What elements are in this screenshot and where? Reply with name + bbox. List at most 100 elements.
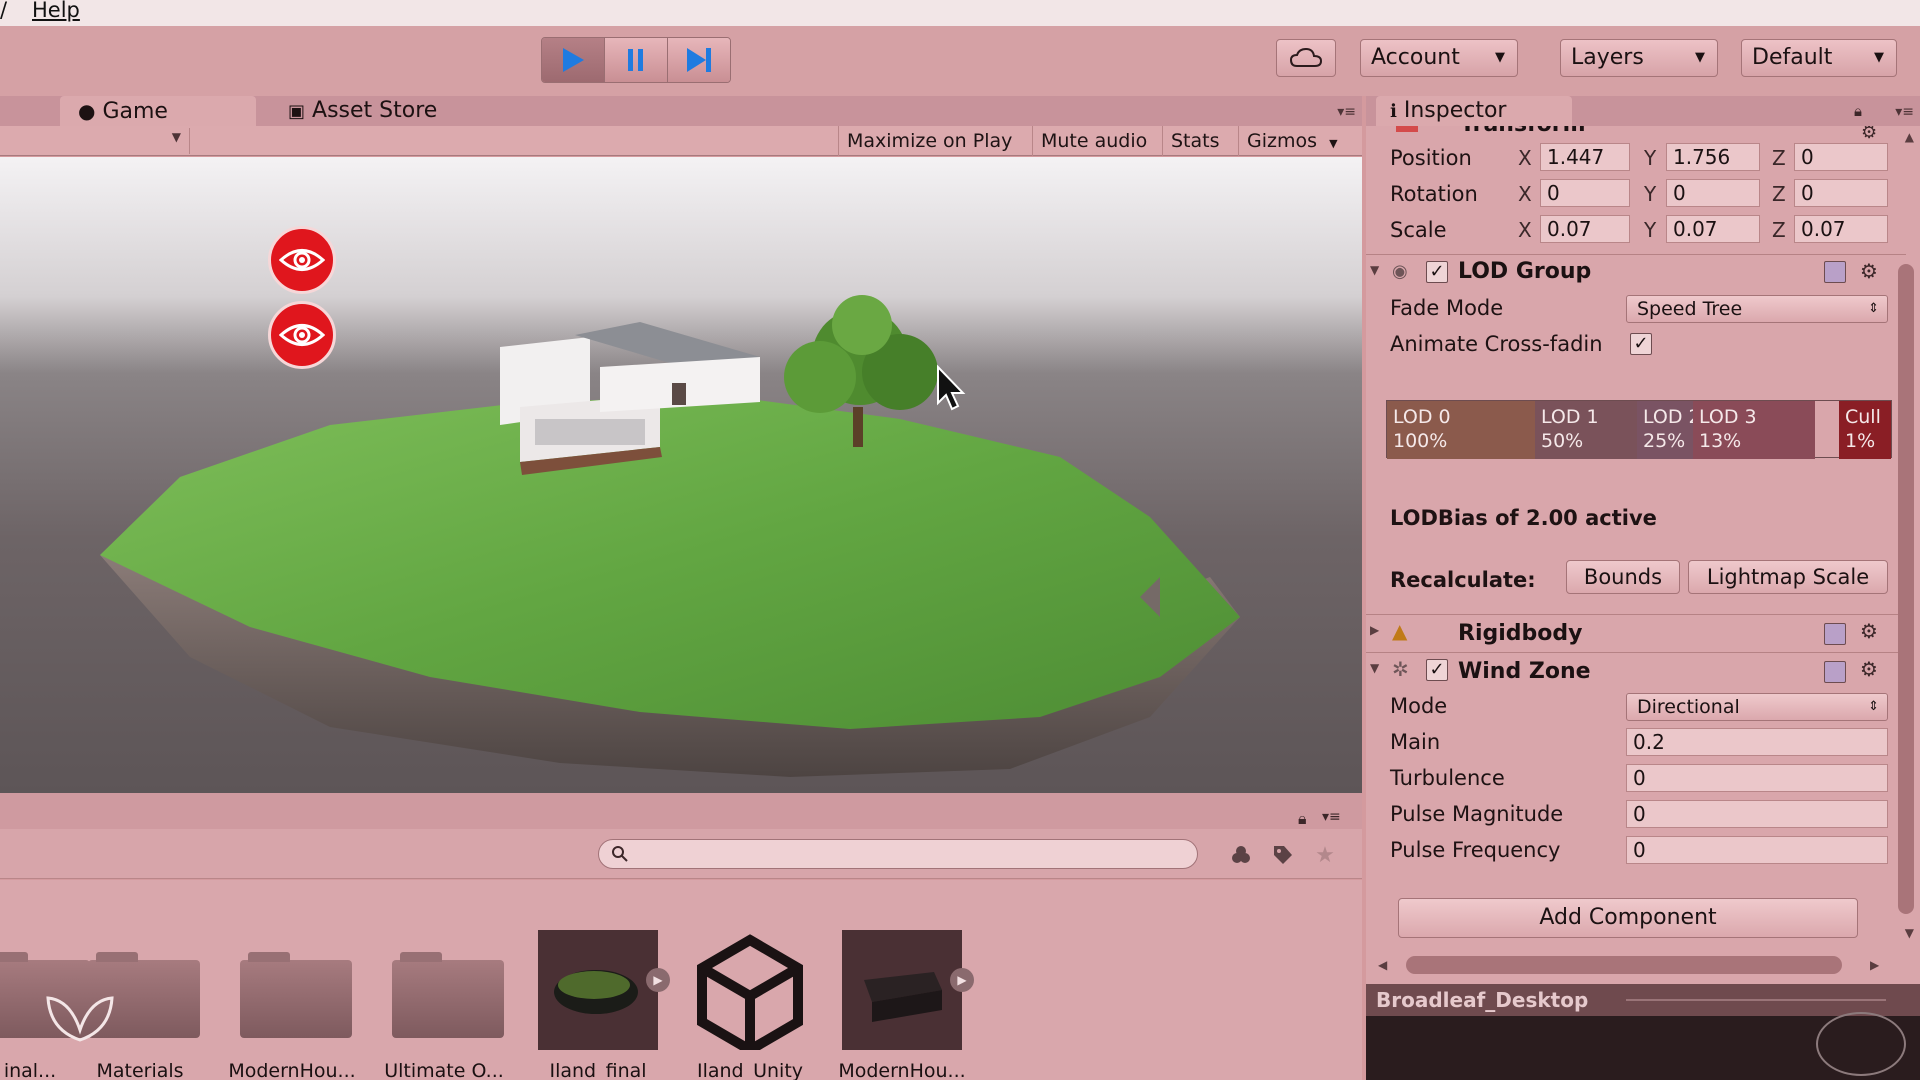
eye-icon[interactable]: [268, 301, 336, 369]
wind-zone-enabled-checkbox[interactable]: ✓: [1426, 659, 1448, 681]
asset-item[interactable]: ▶ Iland_final: [528, 930, 670, 1080]
lod-segment-3[interactable]: LOD 3 13%: [1693, 401, 1815, 459]
menu-help[interactable]: Help: [32, 0, 80, 26]
layers-dropdown[interactable]: Layers ▼: [1560, 39, 1718, 77]
cloud-button[interactable]: [1276, 39, 1336, 77]
expand-arrow-icon[interactable]: ▶: [646, 968, 670, 992]
add-component-button[interactable]: Add Component: [1398, 898, 1858, 938]
help-book-icon[interactable]: [1824, 661, 1846, 683]
recalculate-label: Recalculate:: [1390, 568, 1536, 592]
favorite-star-icon[interactable]: ★: [1310, 840, 1340, 870]
rigidbody-title: Rigidbody: [1458, 621, 1583, 646]
lock-icon[interactable]: 🔒︎: [1854, 102, 1862, 120]
axis-y-label: Y: [1644, 146, 1657, 170]
fade-mode-dropdown[interactable]: Speed Tree ⇕: [1626, 295, 1888, 323]
rotation-z-field[interactable]: 0: [1794, 179, 1888, 207]
lod-name: Cull: [1845, 406, 1881, 428]
divider: [1626, 999, 1886, 1001]
settings-icon[interactable]: ⚙: [1860, 259, 1878, 283]
maximize-on-play-toggle[interactable]: Maximize on Play: [838, 126, 1020, 156]
lod-segment-2[interactable]: LOD 2 25%: [1637, 401, 1693, 459]
main-label: Main: [1390, 730, 1441, 754]
lod-group-header[interactable]: ▼ ◉ ✓ LOD Group ⚙: [1366, 254, 1906, 290]
filter-type-icon[interactable]: [1226, 840, 1256, 870]
panel-menu-icon[interactable]: ▾≡: [1895, 104, 1914, 120]
foldout-arrow-icon[interactable]: ▼: [1370, 263, 1379, 277]
scroll-left-arrow-icon[interactable]: ◀: [1378, 958, 1387, 972]
help-book-icon[interactable]: [1824, 623, 1846, 645]
lod-segment-0[interactable]: LOD 0 100%: [1387, 401, 1535, 459]
settings-icon[interactable]: ⚙: [1860, 657, 1878, 681]
axis-z-label: Z: [1772, 182, 1786, 206]
pulse-frequency-field[interactable]: 0: [1626, 836, 1888, 864]
mode-dropdown[interactable]: Directional ⇕: [1626, 693, 1888, 721]
lightmap-scale-button[interactable]: Lightmap Scale: [1688, 560, 1888, 594]
gizmos-dropdown[interactable]: Gizmos ▼: [1238, 126, 1348, 156]
foldout-arrow-icon[interactable]: ▼: [1370, 661, 1379, 675]
help-book-icon[interactable]: [1824, 261, 1846, 283]
tab-inspector[interactable]: ℹ Inspector: [1376, 96, 1572, 126]
position-y-field[interactable]: 1.756: [1666, 143, 1760, 171]
layout-dropdown[interactable]: Default ▼: [1741, 39, 1897, 77]
scale-y-field[interactable]: 0.07: [1666, 215, 1760, 243]
scroll-up-arrow-icon[interactable]: ▲: [1905, 130, 1914, 144]
playback-controls: [541, 37, 731, 83]
inspector-tab-strip: ℹ Inspector 🔒︎ ▾≡: [1366, 96, 1920, 126]
eye-icon[interactable]: [268, 226, 336, 294]
search-input[interactable]: [598, 839, 1198, 869]
rotation-x-field[interactable]: 0: [1540, 179, 1630, 207]
main-field[interactable]: 0.2: [1626, 728, 1888, 756]
lod-segment-1[interactable]: LOD 1 50%: [1535, 401, 1637, 459]
lod-group-enabled-checkbox[interactable]: ✓: [1426, 261, 1448, 283]
horizontal-scrollbar[interactable]: [1406, 956, 1842, 974]
project-asset-grid: inal... Materials ModernHou... Ultimate …: [0, 880, 1362, 1080]
resolution-dropdown[interactable]: ▼: [0, 128, 190, 154]
rotation-y-field[interactable]: 0: [1666, 179, 1760, 207]
animate-crossfade-checkbox[interactable]: ✓: [1630, 333, 1652, 355]
account-dropdown[interactable]: Account ▼: [1360, 39, 1518, 77]
asset-item[interactable]: ModernHou...: [222, 930, 362, 1080]
foldout-arrow-icon[interactable]: ▶: [1370, 623, 1379, 637]
turbulence-field[interactable]: 0: [1626, 764, 1888, 792]
chevron-down-icon: ▼: [1329, 137, 1338, 150]
asset-item[interactable]: Iland_Unity: [680, 930, 820, 1080]
turbulence-label: Turbulence: [1390, 766, 1505, 790]
asset-item[interactable]: ▶ ModernHou...: [832, 930, 974, 1080]
pause-button[interactable]: [605, 38, 668, 82]
play-button[interactable]: [542, 38, 605, 82]
scroll-right-arrow-icon[interactable]: ▶: [1870, 958, 1879, 972]
rigidbody-header[interactable]: ▶ ▲ Rigidbody ⚙: [1366, 614, 1906, 650]
pulse-magnitude-field[interactable]: 0: [1626, 800, 1888, 828]
menu-fragment[interactable]: /: [0, 0, 7, 26]
position-z-field[interactable]: 0: [1794, 143, 1888, 171]
panel-menu-icon[interactable]: ▾≡: [1337, 104, 1356, 120]
asset-label: ModernHou...: [228, 1060, 356, 1080]
position-x-field[interactable]: 1.447: [1540, 143, 1630, 171]
tab-asset-store[interactable]: ▣ Asset Store: [272, 96, 482, 126]
scale-z-field[interactable]: 0.07: [1794, 215, 1888, 243]
settings-icon[interactable]: ⚙: [1861, 126, 1877, 143]
label-tag-icon[interactable]: [1268, 840, 1298, 870]
bounds-button[interactable]: Bounds: [1566, 560, 1680, 594]
preview-header[interactable]: Broadleaf_Desktop: [1366, 984, 1920, 1016]
expand-arrow-icon[interactable]: ▶: [950, 968, 974, 992]
vertical-scrollbar[interactable]: [1898, 264, 1914, 914]
lod-segment-cull[interactable]: Cull 1%: [1839, 401, 1891, 459]
scroll-down-arrow-icon[interactable]: ▼: [1905, 926, 1914, 940]
settings-icon[interactable]: ⚙: [1860, 619, 1878, 643]
wind-zone-header[interactable]: ▼ ✲ ✓ Wind Zone ⚙: [1366, 652, 1906, 688]
cursor-icon: [937, 364, 966, 411]
scale-x-field[interactable]: 0.07: [1540, 215, 1630, 243]
tab-game[interactable]: ● Game: [60, 96, 256, 126]
lod-bar[interactable]: LOD 0 100% LOD 1 50% LOD 2 25% LOD 3 13%…: [1386, 400, 1892, 459]
panel-menu-icon[interactable]: ▾≡: [1322, 809, 1341, 825]
step-button[interactable]: [668, 38, 730, 82]
animate-crossfade-label: Animate Cross-fadin: [1390, 332, 1603, 356]
asset-item[interactable]: Ultimate O...: [374, 930, 514, 1080]
mute-audio-toggle[interactable]: Mute audio: [1032, 126, 1155, 156]
transform-title[interactable]: Transform: [1460, 126, 1586, 137]
game-viewport[interactable]: [0, 157, 1362, 793]
stats-toggle[interactable]: Stats: [1162, 126, 1228, 156]
lock-icon[interactable]: 🔒︎: [1298, 809, 1307, 829]
chevron-down-icon: ▼: [1695, 50, 1705, 65]
